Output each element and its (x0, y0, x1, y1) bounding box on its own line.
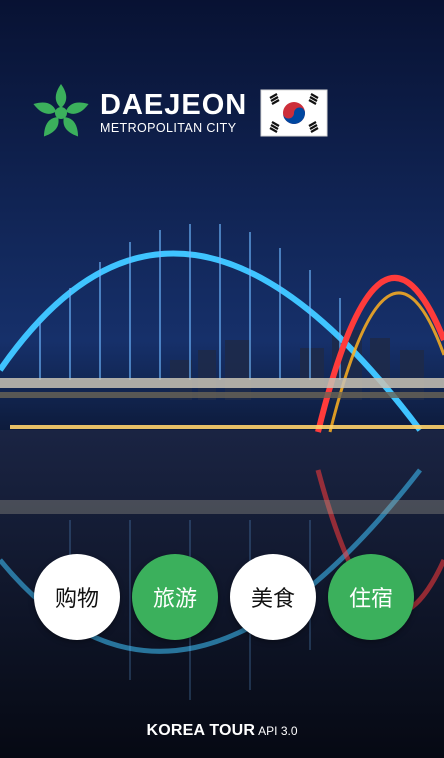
brand-subtitle: METROPOLITAN CITY (100, 121, 237, 135)
brand-title: DAEJEON (100, 89, 248, 121)
category-lodging-button[interactable]: 住宿 (328, 554, 414, 640)
korea-flag-icon (260, 89, 328, 137)
footer-version: API 3.0 (258, 724, 298, 738)
category-menu: 购物 旅游 美食 住宿 (34, 554, 414, 640)
daejeon-star-logo-icon (33, 84, 89, 137)
splash-screen: DAEJEON METROPOLITAN CITY 购物 旅游 美食 住宿 KO… (0, 0, 444, 758)
category-food-button[interactable]: 美食 (230, 554, 316, 640)
category-shopping-button[interactable]: 购物 (34, 554, 120, 640)
footer-caption: KOREA TOUR API 3.0 (0, 722, 444, 740)
category-travel-button[interactable]: 旅游 (132, 554, 218, 640)
footer-title: KOREA TOUR (146, 722, 256, 739)
brand-text: DAEJEON METROPOLITAN CITY (100, 90, 247, 136)
city-logo: DAEJEON METROPOLITAN CITY (30, 82, 329, 144)
